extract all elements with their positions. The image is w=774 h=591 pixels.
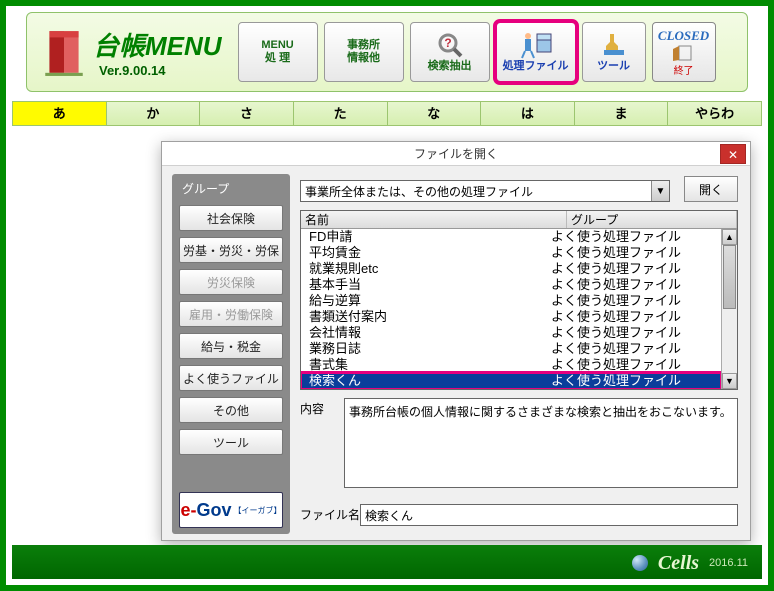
search-extract-button[interactable]: ? 検索抽出 [410,22,490,82]
column-group[interactable]: グループ [567,211,737,228]
dialog-title: ファイルを開く ✕ [162,142,750,166]
menu-processing-label: MENU 処 理 [261,39,293,65]
filename-value: 検索くん [365,507,413,524]
group-btn-その他[interactable]: その他 [179,397,283,423]
egov-e: e- [180,500,196,520]
kana-tab-か[interactable]: か [107,101,201,126]
filename-label: ファイル名 [300,506,360,523]
dialog-right-area: 事業所全体または、その他の処理ファイル ▼ 開く 名前 グループ FD申請よく使… [296,174,742,532]
table-row[interactable]: 書類送付案内よく使う処理ファイル [301,309,721,325]
scope-combobox[interactable]: 事業所全体または、その他の処理ファイル ▼ [300,180,670,202]
group-btn-雇用・労働保険: 雇用・労働保険 [179,301,283,327]
scroll-up-icon[interactable]: ▲ [722,229,737,245]
scroll-thumb[interactable] [723,245,736,309]
list-header: 名前 グループ [301,211,737,229]
table-row[interactable]: 就業規則etcよく使う処理ファイル [301,261,721,277]
processing-file-label: 処理ファイル [503,60,569,73]
chevron-down-icon[interactable]: ▼ [651,181,669,201]
office-info-button[interactable]: 事務所 情報他 [324,22,404,82]
processing-file-button[interactable]: 処理ファイル [496,22,576,82]
table-row[interactable]: 基本手当よく使う処理ファイル [301,277,721,293]
door-icon [671,44,697,62]
orb-icon [632,555,648,571]
processing-file-icon [519,30,553,60]
group-btn-労災保険: 労災保険 [179,269,283,295]
office-info-label: 事務所 情報他 [347,39,380,65]
dialog-title-text: ファイルを開く [414,147,498,161]
file-list: 名前 グループ FD申請よく使う処理ファイル平均賃金よく使う処理ファイル就業規則… [300,210,738,390]
table-row[interactable]: 会社情報よく使う処理ファイル [301,325,721,341]
kana-tab-さ[interactable]: さ [200,101,294,126]
dialog-body: グループ 社会保険労基・労災・労保労災保険雇用・労働保険給与・税金よく使うファイ… [168,170,744,534]
search-extract-label: 検索抽出 [428,60,472,73]
egov-sub: 【イーガブ】 [234,505,282,516]
desc-label: 内容 [300,400,324,417]
menu-processing-button[interactable]: MENU 処 理 [238,22,318,82]
egov-logo[interactable]: e-Gov 【イーガブ】 [179,492,283,528]
app-book-icon [39,25,89,80]
kana-tab-は[interactable]: は [481,101,575,126]
open-button[interactable]: 開く [684,176,738,202]
kana-tab-な[interactable]: な [388,101,482,126]
group-panel: グループ 社会保険労基・労災・労保労災保険雇用・労働保険給与・税金よく使うファイ… [172,174,290,534]
group-btn-労基・労災・労保[interactable]: 労基・労災・労保 [179,237,283,263]
magnifier-icon: ? [436,30,464,60]
kana-tab-た[interactable]: た [294,101,388,126]
status-date: 2016.11 [709,557,748,569]
table-row[interactable]: 業務日誌よく使う処理ファイル [301,341,721,357]
scope-value: 事業所全体または、その他の処理ファイル [305,183,533,200]
app-title: 台帳MENU [93,26,222,63]
wrench-icon [600,30,628,60]
table-row[interactable]: 書式集よく使う処理ファイル [301,357,721,373]
group-btn-社会保険[interactable]: 社会保険 [179,205,283,231]
file-open-dialog: ファイルを開く ✕ グループ 社会保険労基・労災・労保労災保険雇用・労働保険給与… [161,141,751,541]
table-row[interactable]: 検索くんよく使う処理ファイル [301,373,721,389]
kana-tab-ま[interactable]: ま [575,101,669,126]
top-ribbon: 台帳MENU Ver.9.00.14 MENU 処 理 事務所 情報他 ? 検索… [26,12,748,92]
table-row[interactable]: 給与逆算よく使う処理ファイル [301,293,721,309]
kana-tab-やらわ[interactable]: やらわ [668,101,762,126]
group-btn-よく使うファイル[interactable]: よく使うファイル [179,365,283,391]
closed-button[interactable]: CLOSED 終了 [652,22,716,82]
table-row[interactable]: FD申請よく使う処理ファイル [301,229,721,245]
brand-label: Cells [658,552,699,575]
filename-field[interactable]: 検索くん [360,504,738,526]
scroll-down-icon[interactable]: ▼ [722,373,737,389]
svg-text:?: ? [444,36,451,50]
group-header: グループ [182,180,229,197]
group-btn-ツール[interactable]: ツール [179,429,283,455]
tool-label: ツール [597,60,630,73]
column-name[interactable]: 名前 [301,211,567,228]
table-row[interactable]: 平均賃金よく使う処理ファイル [301,245,721,261]
group-btn-給与・税金[interactable]: 給与・税金 [179,333,283,359]
desc-textbox[interactable]: 事務所台帳の個人情報に関するさまざまな検索と抽出をおこないます。 [344,398,738,488]
egov-gov: Gov [197,500,232,520]
dialog-close-button[interactable]: ✕ [720,144,746,164]
closed-label: CLOSED [658,28,709,44]
kana-row: あかさたなはまやらわ [12,101,762,126]
app-title-wrap: 台帳MENU Ver.9.00.14 [93,26,222,78]
list-body: FD申請よく使う処理ファイル平均賃金よく使う処理ファイル就業規則etcよく使う処… [301,229,721,389]
vertical-scrollbar[interactable]: ▲ ▼ [721,229,737,389]
app-frame: 台帳MENU Ver.9.00.14 MENU 処 理 事務所 情報他 ? 検索… [0,0,774,591]
tool-button[interactable]: ツール [582,22,646,82]
status-bar: Cells 2016.11 [12,545,762,579]
app-version: Ver.9.00.14 [99,63,222,78]
kana-tab-あ[interactable]: あ [12,101,107,126]
end-label: 終了 [674,62,694,77]
